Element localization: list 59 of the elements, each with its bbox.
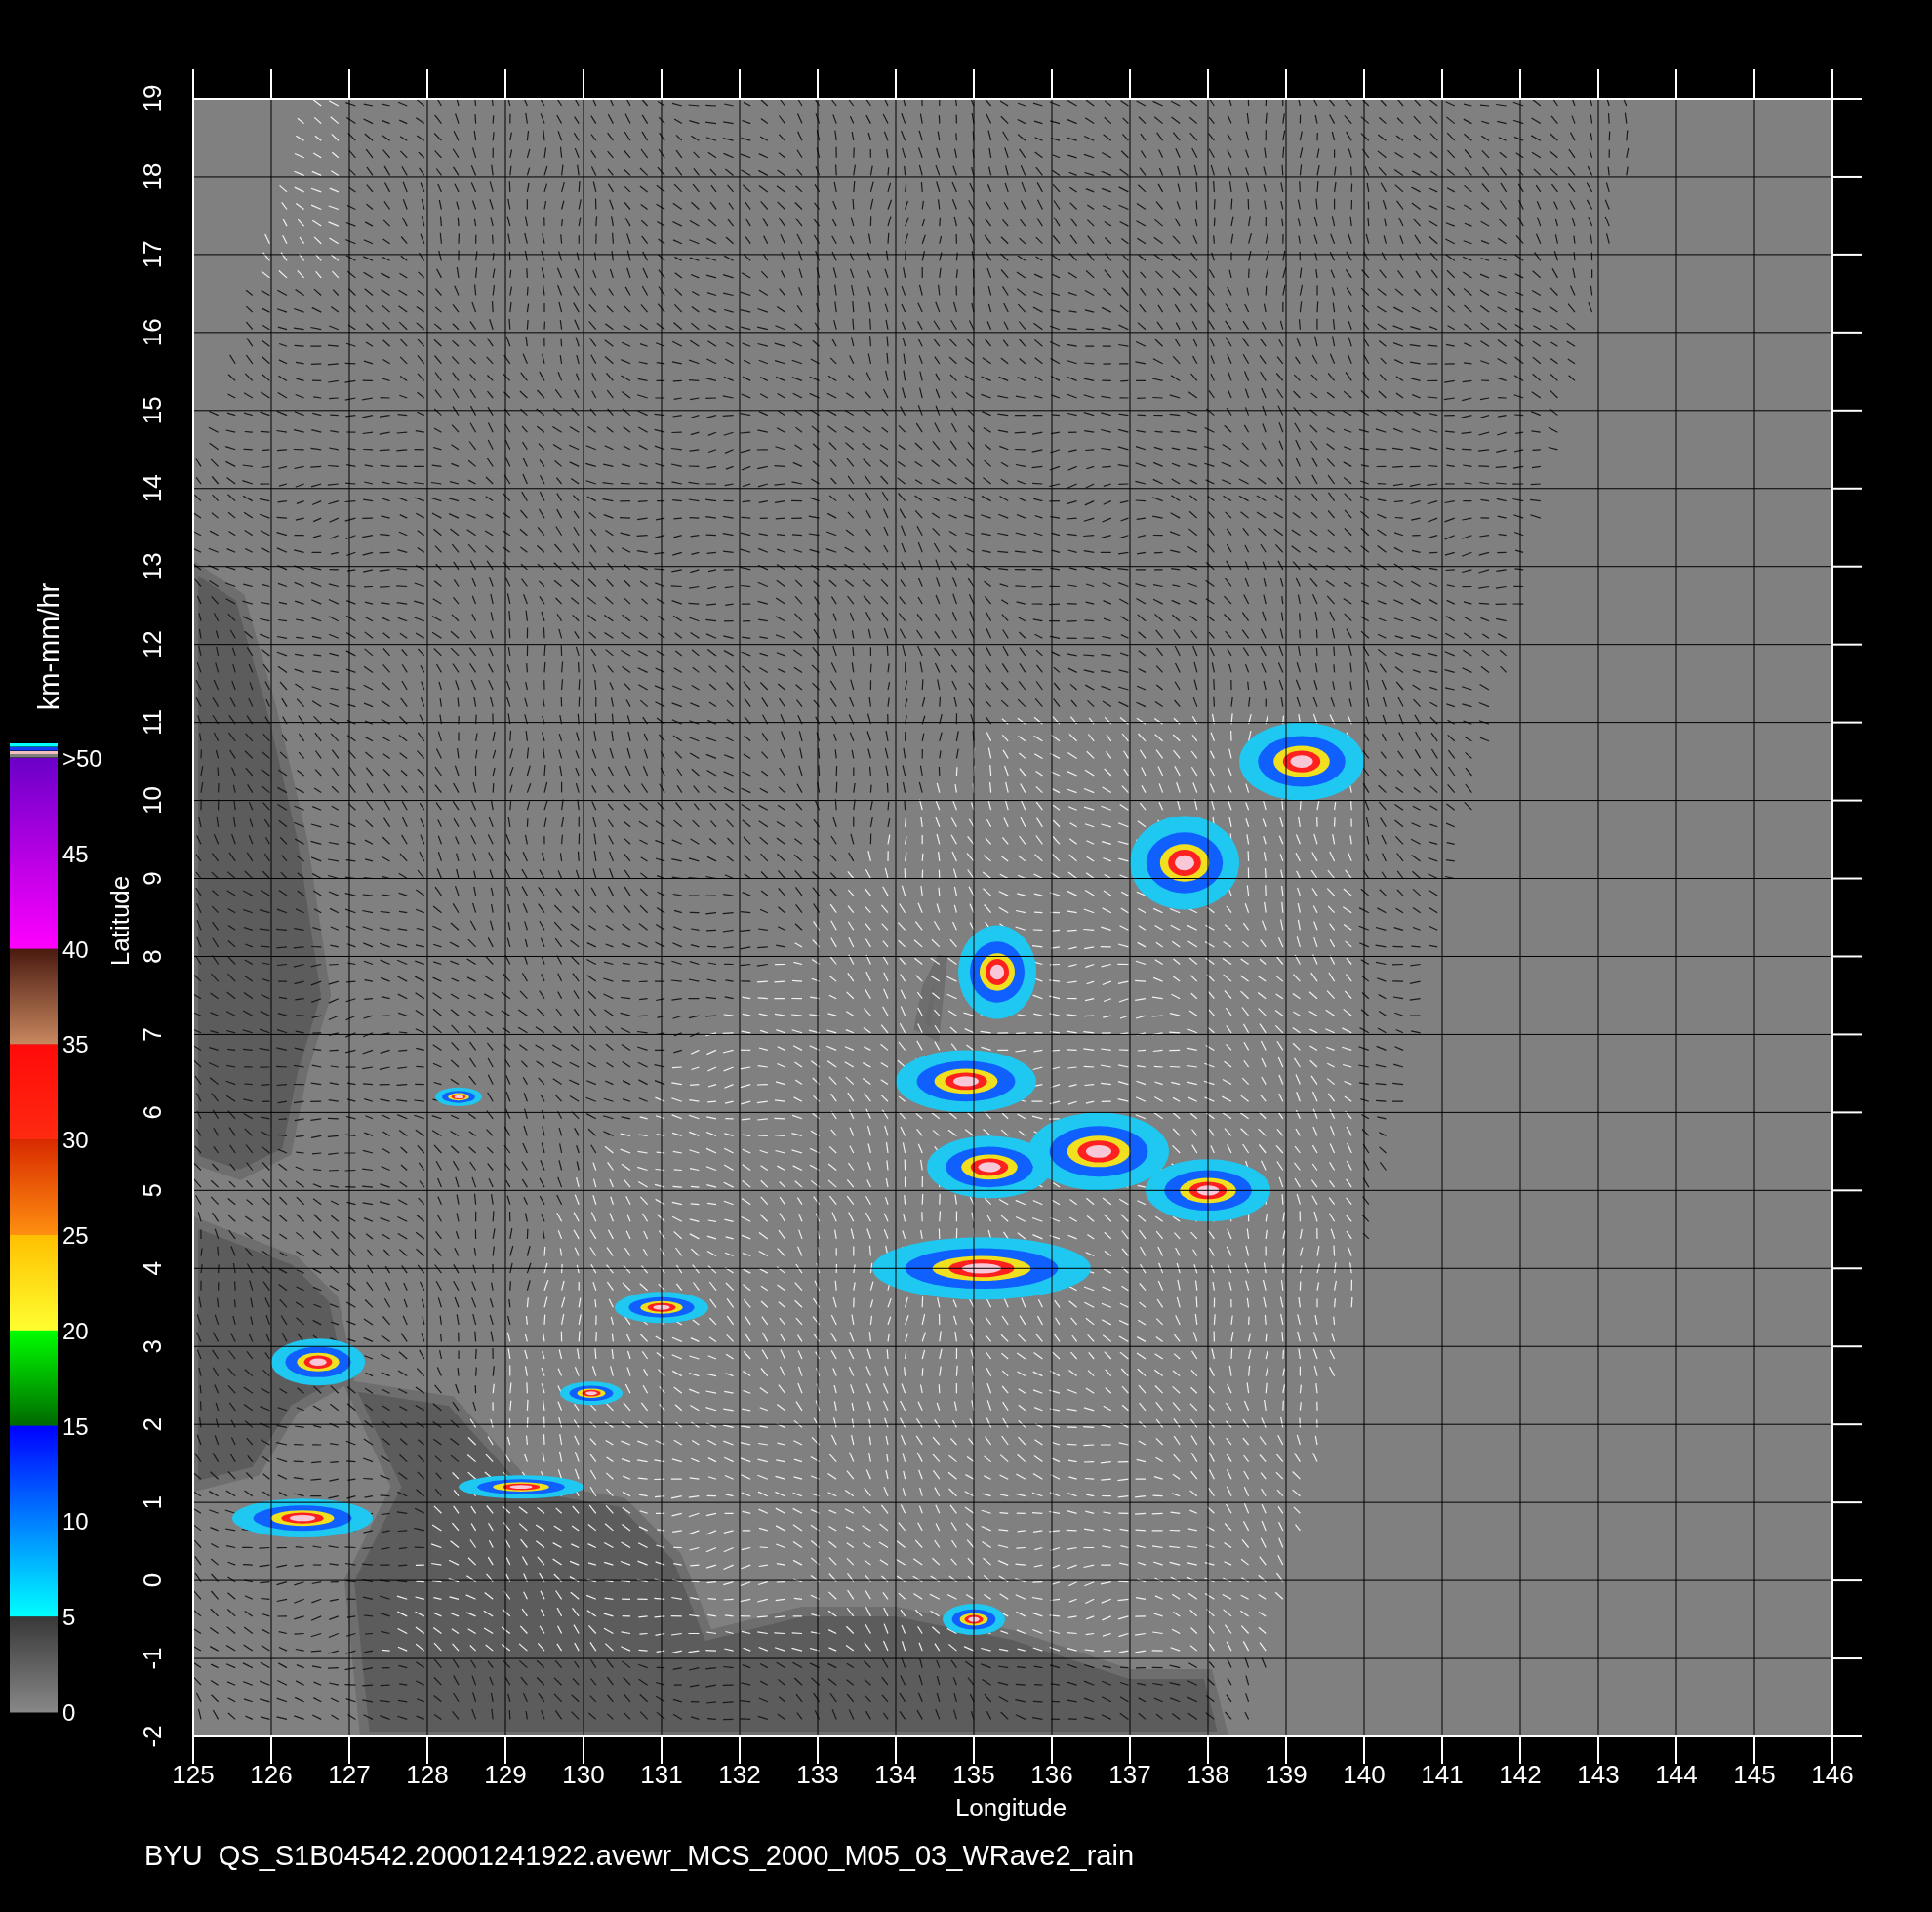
latitude-tick-label: 14 <box>138 474 167 503</box>
latitude-tick-label: 19 <box>138 84 167 113</box>
longitude-tick-label: 142 <box>1499 1760 1542 1789</box>
y-axis-title: Latitude <box>105 875 135 967</box>
colorbar-label: 25 <box>62 1222 89 1249</box>
latitude-tick-label: 7 <box>138 1027 167 1042</box>
longitude-tick-label: 140 <box>1343 1760 1386 1789</box>
latitude-tick-label: 9 <box>138 871 167 886</box>
colorbar-label: >50 <box>62 745 102 772</box>
latitude-tick-label: 0 <box>138 1573 167 1588</box>
colorbar-label: 40 <box>62 936 89 963</box>
longitude-tick-label: 132 <box>718 1760 761 1789</box>
longitude-tick-label: 127 <box>328 1760 371 1789</box>
latitude-tick-label: 17 <box>138 240 167 269</box>
colorbar-label: 20 <box>62 1317 89 1344</box>
longitude-tick-label: 131 <box>640 1760 683 1789</box>
latitude-tick-label: 12 <box>138 630 167 659</box>
colorbar-title: km-mm/hr <box>33 582 64 711</box>
latitude-tick-label: 18 <box>138 162 167 191</box>
colorbar-label: 35 <box>62 1031 89 1058</box>
longitude-tick-label: 133 <box>796 1760 839 1789</box>
latitude-tick-label: 8 <box>138 949 167 964</box>
longitude-tick-label: 136 <box>1030 1760 1073 1789</box>
longitude-tick-label: 146 <box>1811 1760 1854 1789</box>
latitude-tick-label: -2 <box>138 1725 167 1748</box>
longitude-tick-label: 137 <box>1108 1760 1151 1789</box>
longitude-tick-label: 130 <box>562 1760 605 1789</box>
longitude-tick-label: 135 <box>952 1760 995 1789</box>
colorbar-label: 30 <box>62 1127 89 1154</box>
longitude-tick-label: 143 <box>1577 1760 1620 1789</box>
longitude-tick-label: 129 <box>484 1760 527 1789</box>
latitude-tick-label: 3 <box>138 1339 167 1354</box>
colorbar-label: 45 <box>62 840 89 867</box>
latitude-tick-label: 2 <box>138 1416 167 1432</box>
latitude-tick-label: 1 <box>138 1494 167 1510</box>
latitude-tick-label: 15 <box>138 396 167 425</box>
colorbar-label: 0 <box>62 1699 76 1726</box>
longitude-tick-label: 126 <box>250 1760 293 1789</box>
longitude-tick-label: 145 <box>1733 1760 1776 1789</box>
plot-caption: BYU QS_S1B04542.20001241922.avewr_MCS_2000_M05_03_WRave2_rain <box>144 1840 1135 1871</box>
latitude-tick-label: 16 <box>138 318 167 347</box>
longitude-tick-label: 138 <box>1187 1760 1229 1789</box>
latitude-tick-label: -1 <box>138 1647 167 1670</box>
longitude-tick-label: 125 <box>172 1760 215 1789</box>
longitude-tick-label: 141 <box>1421 1760 1464 1789</box>
x-axis-title: Longitude <box>954 1793 1067 1822</box>
longitude-tick-label: 128 <box>406 1760 449 1789</box>
longitude-tick-label: 139 <box>1265 1760 1308 1789</box>
longitude-tick-label: 134 <box>874 1760 917 1789</box>
latitude-tick-label: 10 <box>138 786 167 816</box>
latitude-tick-label: 4 <box>138 1261 167 1276</box>
colorbar-label: 10 <box>62 1508 89 1535</box>
latitude-tick-label: 5 <box>138 1183 167 1198</box>
latitude-tick-label: 6 <box>138 1105 167 1120</box>
longitude-tick-label: 144 <box>1655 1760 1698 1789</box>
latitude-tick-label: 13 <box>138 552 167 581</box>
colorbar-label: 15 <box>62 1413 89 1440</box>
latitude-tick-label: 11 <box>138 709 167 737</box>
colorbar-label: 5 <box>62 1604 76 1631</box>
